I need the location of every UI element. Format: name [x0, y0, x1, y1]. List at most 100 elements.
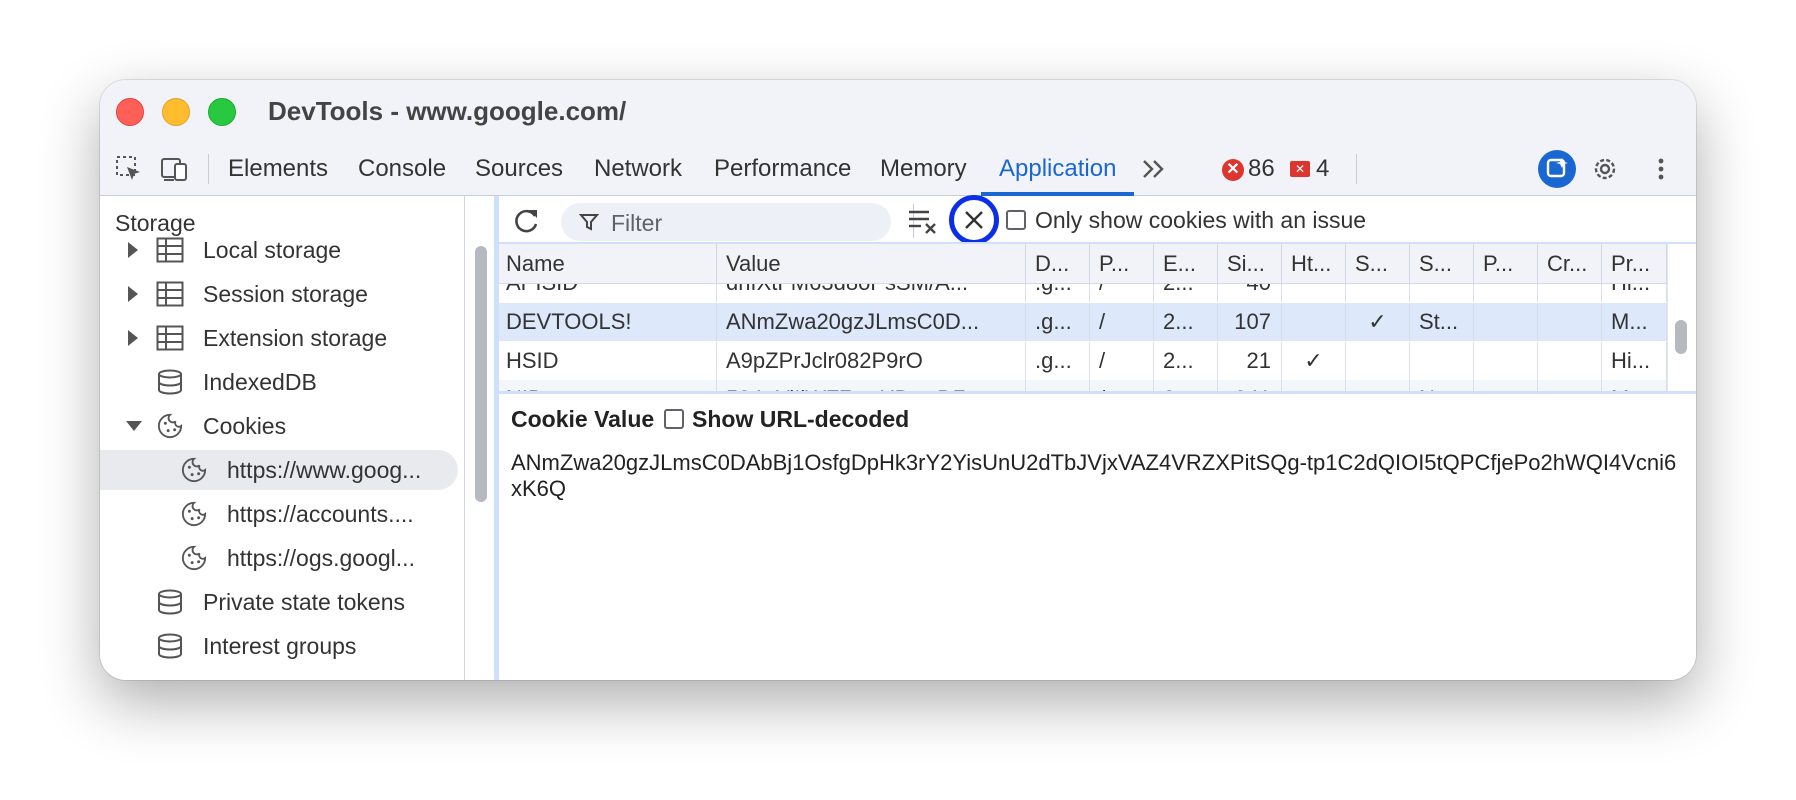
column-header-samesite[interactable]: S...: [1410, 244, 1474, 284]
column-header-name[interactable]: Name: [497, 244, 717, 284]
settings-gear-icon[interactable]: [1590, 154, 1620, 184]
more-tabs-icon[interactable]: [1139, 154, 1169, 184]
filter-icon: [579, 214, 599, 231]
sidebar-item-cookie-origin-accounts[interactable]: https://accounts....: [100, 494, 464, 534]
cell-secure: [1346, 284, 1410, 302]
table-scroll-track: [1667, 244, 1696, 391]
table-row[interactable]: APISID dnfXtFM63d8oPsSM/A... .g... / 2..…: [497, 284, 1667, 302]
cell-samesite: [1410, 342, 1474, 380]
cell-partition-key: [1474, 342, 1538, 380]
column-header-path[interactable]: P...: [1090, 244, 1154, 284]
table-row[interactable]: NID 534=YiIlWZ7gwXBuwD7... .g... / 2... …: [497, 380, 1667, 391]
panel-left-border: [497, 196, 499, 680]
cookie-icon: [157, 413, 183, 439]
cell-value: 534=YiIlWZ7gwXBuwD7...: [717, 380, 1026, 391]
expand-arrow-icon[interactable]: [128, 330, 138, 346]
cell-cross-site: [1538, 342, 1602, 380]
refresh-icon[interactable]: [511, 206, 541, 236]
database-icon: [158, 589, 182, 615]
column-header-priority[interactable]: Pr...: [1602, 244, 1667, 284]
column-header-cross-site[interactable]: Cr...: [1538, 244, 1602, 284]
filter-placeholder: Filter: [611, 210, 663, 236]
more-options-icon[interactable]: [1646, 154, 1676, 184]
cookie-icon: [181, 457, 207, 483]
tab-application[interactable]: Application: [980, 142, 1135, 196]
table-icon: [156, 325, 184, 351]
minimize-window-button[interactable]: [162, 98, 190, 126]
column-header-partition-key[interactable]: P...: [1474, 244, 1538, 284]
column-header-secure[interactable]: S...: [1346, 244, 1410, 284]
tab-performance[interactable]: Performance: [714, 142, 851, 195]
table-row[interactable]: HSID A9pZPrJclr082P9rO .g... / 2... 21 ✓…: [497, 342, 1667, 380]
filter-input[interactable]: Filter: [561, 203, 891, 241]
sidebar-item-cookie-origin-ogs[interactable]: https://ogs.googl...: [100, 538, 464, 578]
show-url-decoded-checkbox[interactable]: [664, 409, 684, 429]
sidebar-item-session-storage[interactable]: Session storage: [100, 274, 464, 314]
cell-value: A9pZPrJclr082P9rO: [717, 342, 1026, 380]
cell-secure: ✓: [1346, 303, 1410, 341]
device-toolbar-icon[interactable]: [160, 154, 190, 184]
sidebar-item-cookie-origin-www-google[interactable]: https://www.goog...: [100, 450, 458, 490]
cell-expires: 2...: [1154, 342, 1218, 380]
cell-domain: .g...: [1026, 342, 1090, 380]
column-header-value[interactable]: Value: [717, 244, 1026, 284]
column-header-expires[interactable]: E...: [1154, 244, 1218, 284]
tab-network[interactable]: Network: [594, 142, 682, 195]
tab-memory[interactable]: Memory: [880, 142, 967, 195]
zoom-window-button[interactable]: [208, 98, 236, 126]
table-icon: [156, 237, 184, 263]
cell-path: /: [1090, 380, 1154, 391]
sidebar-item-label: https://www.goog...: [227, 457, 422, 483]
column-header-httponly[interactable]: Ht...: [1282, 244, 1346, 284]
expand-arrow-icon[interactable]: [128, 286, 138, 302]
sidebar-item-cookies[interactable]: Cookies: [100, 406, 464, 446]
close-window-button[interactable]: [116, 98, 144, 126]
only-issues-checkbox[interactable]: [1006, 210, 1026, 230]
sidebar-item-extension-storage[interactable]: Extension storage: [100, 318, 464, 358]
column-header-size[interactable]: Si...: [1218, 244, 1282, 284]
cell-samesite: [1410, 284, 1474, 302]
sidebar-item-local-storage[interactable]: Local storage: [100, 230, 464, 270]
toolbar-divider: [1356, 154, 1357, 184]
warning-count-badge[interactable]: ✕ 4: [1290, 155, 1329, 183]
sidebar-item-indexeddb[interactable]: IndexedDB: [100, 362, 464, 402]
only-issues-label: Only show cookies with an issue: [1035, 207, 1367, 233]
error-count-badge[interactable]: ✕ 86: [1222, 155, 1275, 183]
sidebar-item-interest-groups[interactable]: Interest groups: [100, 626, 464, 666]
cell-path: /: [1090, 342, 1154, 380]
clear-all-cookies-icon[interactable]: [907, 206, 939, 236]
sidebar-scroll-track: [464, 196, 465, 680]
sidebar-item-label: Local storage: [203, 237, 342, 263]
issue-flag-icon: ✕: [1290, 161, 1310, 177]
show-url-decoded-label: Show URL-decoded: [692, 406, 910, 432]
cookies-toolbar: Filter Only show cookies with an issue: [497, 195, 1696, 245]
cookie-value-text[interactable]: ANmZwa20gzJLmsC0DAbBj1OsfgDpHk3rY2YisUnU…: [511, 450, 1681, 502]
cell-name: DEVTOOLS!: [497, 303, 717, 341]
cell-name: NID: [497, 380, 717, 391]
inspect-element-icon[interactable]: [114, 154, 144, 184]
collapse-arrow-icon[interactable]: [126, 421, 142, 431]
sidebar-item-label: Session storage: [203, 281, 368, 307]
table-row-selected[interactable]: DEVTOOLS! ANmZwa20gzJLmsC0D... .g... / 2…: [497, 303, 1667, 341]
cell-value: dnfXtFM63d8oPsSM/A...: [717, 284, 1026, 302]
cookie-icon: [181, 545, 207, 571]
cell-priority: M...: [1602, 303, 1667, 341]
table-scrollbar[interactable]: [1675, 320, 1687, 354]
tab-console[interactable]: Console: [358, 142, 446, 195]
column-header-domain[interactable]: D...: [1026, 244, 1090, 284]
expand-arrow-icon[interactable]: [128, 242, 138, 258]
cell-size: 107: [1218, 303, 1282, 341]
tab-elements[interactable]: Elements: [228, 142, 328, 195]
sidebar-item-private-state-tokens[interactable]: Private state tokens: [100, 582, 464, 622]
sidebar-scrollbar[interactable]: [475, 246, 487, 502]
cell-httponly: ✓: [1282, 342, 1346, 380]
sidebar-item-label: Private state tokens: [203, 589, 405, 615]
tab-sources[interactable]: Sources: [475, 142, 563, 195]
ai-assistance-button[interactable]: [1538, 150, 1576, 188]
cell-domain: .g...: [1026, 303, 1090, 341]
database-icon: [158, 633, 182, 659]
delete-selected-cookie-button[interactable]: [949, 195, 999, 245]
cookie-icon: [181, 501, 207, 527]
cookies-table: Name Value D... P... E... Si... Ht... S.…: [497, 242, 1696, 394]
error-icon: ✕: [1222, 159, 1244, 181]
